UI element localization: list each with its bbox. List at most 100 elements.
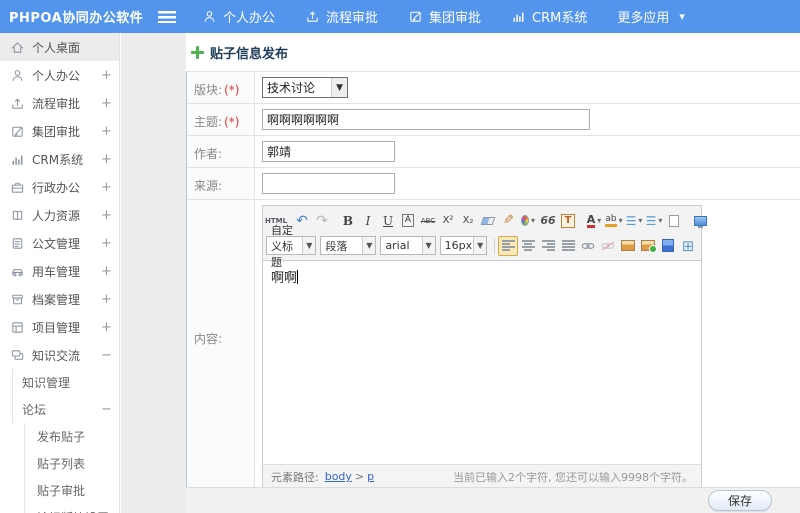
fullscreen-button[interactable]	[690, 211, 710, 231]
align-justify-icon	[561, 240, 575, 251]
image-icon	[621, 240, 635, 251]
insert-image-button[interactable]	[618, 236, 638, 256]
sidebar-item-knowledge-exchange[interactable]: 知识交流 −	[0, 341, 119, 369]
editor-content-area[interactable]: 啊啊	[263, 261, 701, 464]
sidebar-subitem-post-approval[interactable]: 贴子审批	[24, 477, 119, 504]
remove-format-button[interactable]	[478, 211, 498, 231]
path-link-p[interactable]: p	[367, 470, 374, 483]
sidebar-item-personal-office[interactable]: 个人办公 +	[0, 61, 119, 89]
paragraph-select[interactable]: 段落 ▼	[320, 236, 377, 255]
sidebar-item-vehicle-management[interactable]: 用车管理 +	[0, 257, 119, 285]
sidebar-item-official-docs[interactable]: 公文管理 +	[0, 229, 119, 257]
sidebar-item-group-approval[interactable]: 集团审批 +	[0, 117, 119, 145]
align-right-button[interactable]	[538, 236, 558, 256]
sidebar-item-crm-system[interactable]: CRM系统 +	[0, 145, 119, 173]
topnav-crm-system[interactable]: CRM系统	[511, 7, 587, 26]
topnav-label: 流程审批	[326, 11, 379, 26]
expand-toggle[interactable]: +	[101, 292, 112, 307]
sidebar-item-personal-desktop[interactable]: 个人桌面	[0, 33, 119, 61]
save-button[interactable]: 保存	[707, 490, 772, 511]
expand-toggle[interactable]: +	[101, 124, 112, 139]
sidebar-subitem-post-publish[interactable]: 发布贴子	[24, 423, 119, 450]
expand-toggle[interactable]: −	[101, 348, 112, 363]
font-color-button[interactable]: A	[584, 211, 604, 231]
workflow-icon	[12, 98, 23, 109]
topnav-group-approval[interactable]: 集团审批	[408, 7, 481, 26]
hamburger-icon[interactable]	[158, 10, 176, 23]
sidebar-item-label: 人力资源	[32, 208, 81, 223]
expand-toggle[interactable]: +	[101, 320, 112, 335]
italic-button[interactable]: I	[358, 211, 378, 231]
editor-toolbar-row-1: HTML B I U A ABC X²	[265, 208, 707, 233]
field-label-content: 内容:	[187, 200, 255, 494]
expand-toggle[interactable]: +	[101, 96, 112, 111]
expand-toggle[interactable]: −	[101, 402, 112, 417]
post-form: 版块: (*) 技术讨论 ▼ 主题: (*) 啊啊啊啊啊啊 作者: 郭靖 来源:…	[186, 71, 800, 495]
sidebar-subitem-forum-board-settings[interactable]: 论坛版块设置	[24, 504, 119, 513]
topnav-more-apps[interactable]: 更多应用	[617, 7, 685, 26]
sidebar-item-label: 贴子审批	[37, 484, 86, 498]
insert-link-button[interactable]	[578, 236, 598, 256]
sidebar-subitem-forum[interactable]: 论坛 −	[12, 396, 119, 423]
align-left-button[interactable]	[498, 235, 518, 256]
ordered-list-button[interactable]	[624, 211, 644, 231]
highlight-color-button[interactable]: ab	[604, 211, 624, 231]
user-icon	[12, 69, 23, 81]
font-style-button[interactable]: A	[401, 214, 415, 227]
blockquote-button[interactable]: 66	[538, 211, 558, 231]
subscript-button[interactable]: X₂	[458, 211, 478, 231]
author-input[interactable]	[262, 141, 395, 162]
image-upload-icon	[641, 240, 657, 253]
topnav-workflow-approval[interactable]: 流程审批	[305, 7, 378, 26]
unordered-list-button[interactable]	[644, 211, 664, 231]
align-center-button[interactable]	[518, 236, 538, 256]
sidebar-item-admin-office[interactable]: 行政办公 +	[0, 173, 119, 201]
book-icon	[12, 210, 23, 220]
expand-toggle[interactable]: +	[101, 68, 112, 83]
font-size-select[interactable]: 16px ▼	[439, 236, 488, 255]
align-justify-button[interactable]	[558, 236, 578, 256]
expand-toggle[interactable]: +	[101, 180, 112, 195]
topnav-personal-office[interactable]: 个人办公	[202, 7, 275, 26]
underline-button[interactable]: U	[378, 211, 398, 231]
sidebar-item-archive-management[interactable]: 档案管理 +	[0, 285, 119, 313]
path-link-body[interactable]: body	[325, 470, 352, 483]
expand-toggle[interactable]: +	[101, 208, 112, 223]
sidebar-item-project-management[interactable]: 项目管理 +	[0, 313, 119, 341]
align-right-icon	[541, 240, 555, 251]
sidebar-subitem-knowledge-management[interactable]: 知识管理	[12, 369, 119, 396]
project-icon	[12, 321, 23, 333]
expand-toggle[interactable]: +	[101, 152, 112, 167]
sidebar-subitem-post-list[interactable]: 贴子列表	[24, 450, 119, 477]
heading-select[interactable]: 自定义标题 ▼	[266, 224, 317, 269]
topbar: PHPOA协同办公软件 个人办公 流程审批 集团审批 CRM系统 更多应用	[0, 0, 800, 33]
superscript-button[interactable]: X²	[438, 211, 458, 231]
format-brush-button[interactable]	[498, 211, 518, 231]
insert-table-button[interactable]	[678, 236, 698, 256]
approval-edit-icon	[410, 11, 421, 22]
upload-image-button[interactable]	[638, 236, 658, 256]
insert-media-button[interactable]	[658, 236, 678, 256]
sidebar-item-label: 贴子列表	[37, 457, 86, 471]
topnav-label: 更多应用	[617, 11, 670, 26]
top-navigation: 个人办公 流程审批 集团审批 CRM系统 更多应用	[202, 7, 685, 26]
document-icon	[12, 237, 23, 249]
bold-button[interactable]: B	[338, 211, 358, 231]
form-row-subject: 主题: (*)	[187, 104, 800, 136]
expand-toggle[interactable]: +	[101, 236, 112, 251]
sidebar-item-workflow-approval[interactable]: 流程审批 +	[0, 89, 119, 117]
text-template-button[interactable]: T	[558, 211, 578, 231]
field-label-board: 版块: (*)	[187, 72, 255, 103]
align-center-icon	[521, 240, 535, 251]
remove-link-button[interactable]	[598, 236, 618, 256]
paint-color-button[interactable]	[518, 211, 538, 231]
sidebar-item-human-resources[interactable]: 人力资源 +	[0, 201, 119, 229]
font-family-select[interactable]: arial ▼	[380, 236, 436, 255]
expand-toggle[interactable]: +	[101, 264, 112, 279]
new-document-button[interactable]	[664, 211, 684, 231]
subject-input[interactable]	[262, 109, 590, 130]
source-input[interactable]	[262, 173, 395, 194]
board-select[interactable]: 技术讨论 ▼	[262, 77, 348, 98]
strikethrough-button[interactable]: ABC	[418, 211, 438, 231]
redo-icon[interactable]	[312, 211, 332, 231]
